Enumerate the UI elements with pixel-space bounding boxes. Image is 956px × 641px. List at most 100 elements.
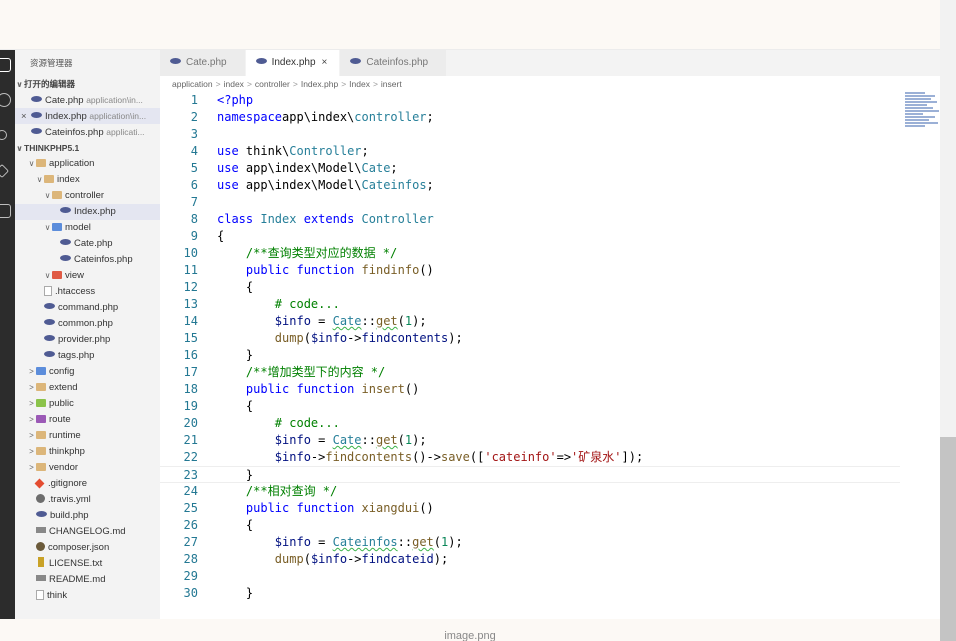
tree-item[interactable]: Cateinfos.php (15, 252, 160, 268)
breadcrumb-item[interactable]: Index.php (301, 79, 338, 89)
editor-tabs: Cate.php Index.php × Cateinfos.php (160, 50, 940, 76)
tree-item[interactable]: .gitignore (15, 476, 160, 492)
tree-item[interactable]: tags.php (15, 348, 160, 364)
tree-item[interactable]: > public (15, 396, 160, 412)
chevron-down-icon[interactable]: ∨ (43, 268, 52, 284)
source-control-icon[interactable] (0, 130, 7, 140)
code-line[interactable]: 6 use app\index\Model\Cateinfos; (160, 177, 900, 194)
tree-item[interactable]: > config (15, 364, 160, 380)
search-icon[interactable] (0, 93, 11, 107)
code-line[interactable]: 21 $info = Cate::get(1); (160, 432, 900, 449)
code-editor[interactable]: 1 <?php 2 namespaceapp\index\controller; 3 4 u… (160, 92, 900, 619)
close-icon[interactable]: × (322, 57, 328, 68)
tree-item[interactable]: build.php (15, 508, 160, 524)
editor-tab[interactable]: Cateinfos.php (340, 50, 448, 76)
code-line[interactable]: 15 dump($info->findcontents); (160, 330, 900, 347)
tree-item[interactable]: Cate.php (15, 236, 160, 252)
tree-item[interactable]: ∨ index (15, 172, 160, 188)
code-line[interactable]: 27 $info = Cateinfos::get(1); (160, 534, 900, 551)
breadcrumb-item[interactable]: index (224, 79, 244, 89)
open-editor-item[interactable]: Cateinfos.php applicati... (15, 124, 160, 140)
chevron-down-icon[interactable]: ∨ (35, 172, 44, 188)
extensions-icon[interactable] (0, 204, 11, 218)
chevron-down-icon[interactable]: ∨ (43, 188, 52, 204)
code-line[interactable]: 13 # code... (160, 296, 900, 313)
tree-item[interactable]: ∨ application (15, 156, 160, 172)
code-line[interactable]: 19 { (160, 398, 900, 415)
open-editor-item[interactable]: Cate.php application\in... (15, 92, 160, 108)
code-line[interactable]: 20 # code... (160, 415, 900, 432)
code-line[interactable]: 23 } (160, 466, 900, 483)
code-line[interactable]: 1 <?php (160, 92, 900, 109)
chevron-right-icon[interactable]: > (27, 460, 36, 476)
code-line[interactable]: 3 (160, 126, 900, 143)
code-line[interactable]: 5 use app\index\Model\Cate; (160, 160, 900, 177)
code-line[interactable]: 16 } (160, 347, 900, 364)
chevron-right-icon[interactable]: > (27, 380, 36, 396)
chevron-right-icon[interactable]: > (27, 364, 36, 380)
code-line[interactable]: 12 { (160, 279, 900, 296)
tree-item[interactable]: composer.json (15, 540, 160, 556)
git-icon (34, 478, 45, 489)
open-editors-header[interactable]: ∨打开的编辑器 (15, 76, 160, 92)
tree-item[interactable]: > thinkphp (15, 444, 160, 460)
chevron-right-icon[interactable]: > (27, 396, 36, 412)
tree-item[interactable]: LICENSE.txt (15, 556, 160, 572)
tree-item[interactable]: ∨ model (15, 220, 160, 236)
close-icon[interactable]: × (21, 109, 31, 124)
code-line[interactable]: 9{ (160, 228, 900, 245)
minimap[interactable] (905, 92, 940, 152)
tree-item[interactable]: > runtime (15, 428, 160, 444)
breadcrumb-item[interactable]: insert (381, 79, 402, 89)
chevron-down-icon[interactable]: ∨ (27, 156, 36, 172)
code-line[interactable]: 4 use think\Controller; (160, 143, 900, 160)
tree-item[interactable]: think (15, 588, 160, 604)
code-line[interactable]: 25 public function xiangdui() (160, 500, 900, 517)
editor-tab[interactable]: Cate.php (160, 50, 246, 76)
code-line[interactable]: 18 public function insert() (160, 381, 900, 398)
tree-item[interactable]: ∨ controller (15, 188, 160, 204)
code-line[interactable]: 14 $info = Cate::get(1); (160, 313, 900, 330)
tree-item[interactable]: ∨ view (15, 268, 160, 284)
tree-item[interactable]: CHANGELOG.md (15, 524, 160, 540)
open-editor-item[interactable]: × Index.php application\in... (15, 108, 160, 124)
breadcrumb-item[interactable]: Index (349, 79, 370, 89)
code-token: get (412, 535, 434, 549)
code-text: /**相对查询 */ (217, 483, 337, 500)
tree-item[interactable]: .travis.yml (15, 492, 160, 508)
debug-icon[interactable] (0, 163, 10, 179)
explorer-icon[interactable] (0, 58, 11, 72)
tree-item[interactable]: provider.php (15, 332, 160, 348)
code-token: :: (361, 433, 376, 447)
code-line[interactable]: 10 /**查询类型对应的数据 */ (160, 245, 900, 262)
code-line[interactable]: 17 /**增加类型下的内容 */ (160, 364, 900, 381)
tree-item[interactable]: > extend (15, 380, 160, 396)
chevron-right-icon[interactable]: > (27, 412, 36, 428)
breadcrumb-item[interactable]: application (172, 79, 213, 89)
tree-item[interactable]: .htaccess (15, 284, 160, 300)
code-line[interactable]: 8 class Index extends Controller (160, 211, 900, 228)
tree-item[interactable]: Index.php (15, 204, 160, 220)
code-line[interactable]: 26 { (160, 517, 900, 534)
editor-tab[interactable]: Index.php × (245, 50, 341, 76)
tree-item[interactable]: command.php (15, 300, 160, 316)
page-scrollbar-thumb[interactable] (940, 437, 956, 641)
code-line[interactable]: 24 /**相对查询 */ (160, 483, 900, 500)
code-token: get (375, 433, 398, 447)
code-line[interactable]: 2 namespaceapp\index\controller; (160, 109, 900, 126)
breadcrumb-item[interactable]: controller (255, 79, 290, 89)
tree-item[interactable]: README.md (15, 572, 160, 588)
code-line[interactable]: 11 public function findinfo() (160, 262, 900, 279)
chevron-right-icon[interactable]: > (27, 428, 36, 444)
chevron-down-icon[interactable]: ∨ (43, 220, 52, 236)
tree-item[interactable]: > vendor (15, 460, 160, 476)
project-header[interactable]: ∨THINKPHP5.1 (15, 140, 160, 156)
code-line[interactable]: 30 } (160, 585, 900, 602)
tree-item[interactable]: common.php (15, 316, 160, 332)
code-line[interactable]: 29 (160, 568, 900, 585)
code-line[interactable]: 7 (160, 194, 900, 211)
chevron-right-icon[interactable]: > (27, 444, 36, 460)
tree-item[interactable]: > route (15, 412, 160, 428)
code-line[interactable]: 28 dump($info->findcateid); (160, 551, 900, 568)
code-line[interactable]: 22 $info->findcontents()->save(['cateinf… (160, 449, 900, 466)
